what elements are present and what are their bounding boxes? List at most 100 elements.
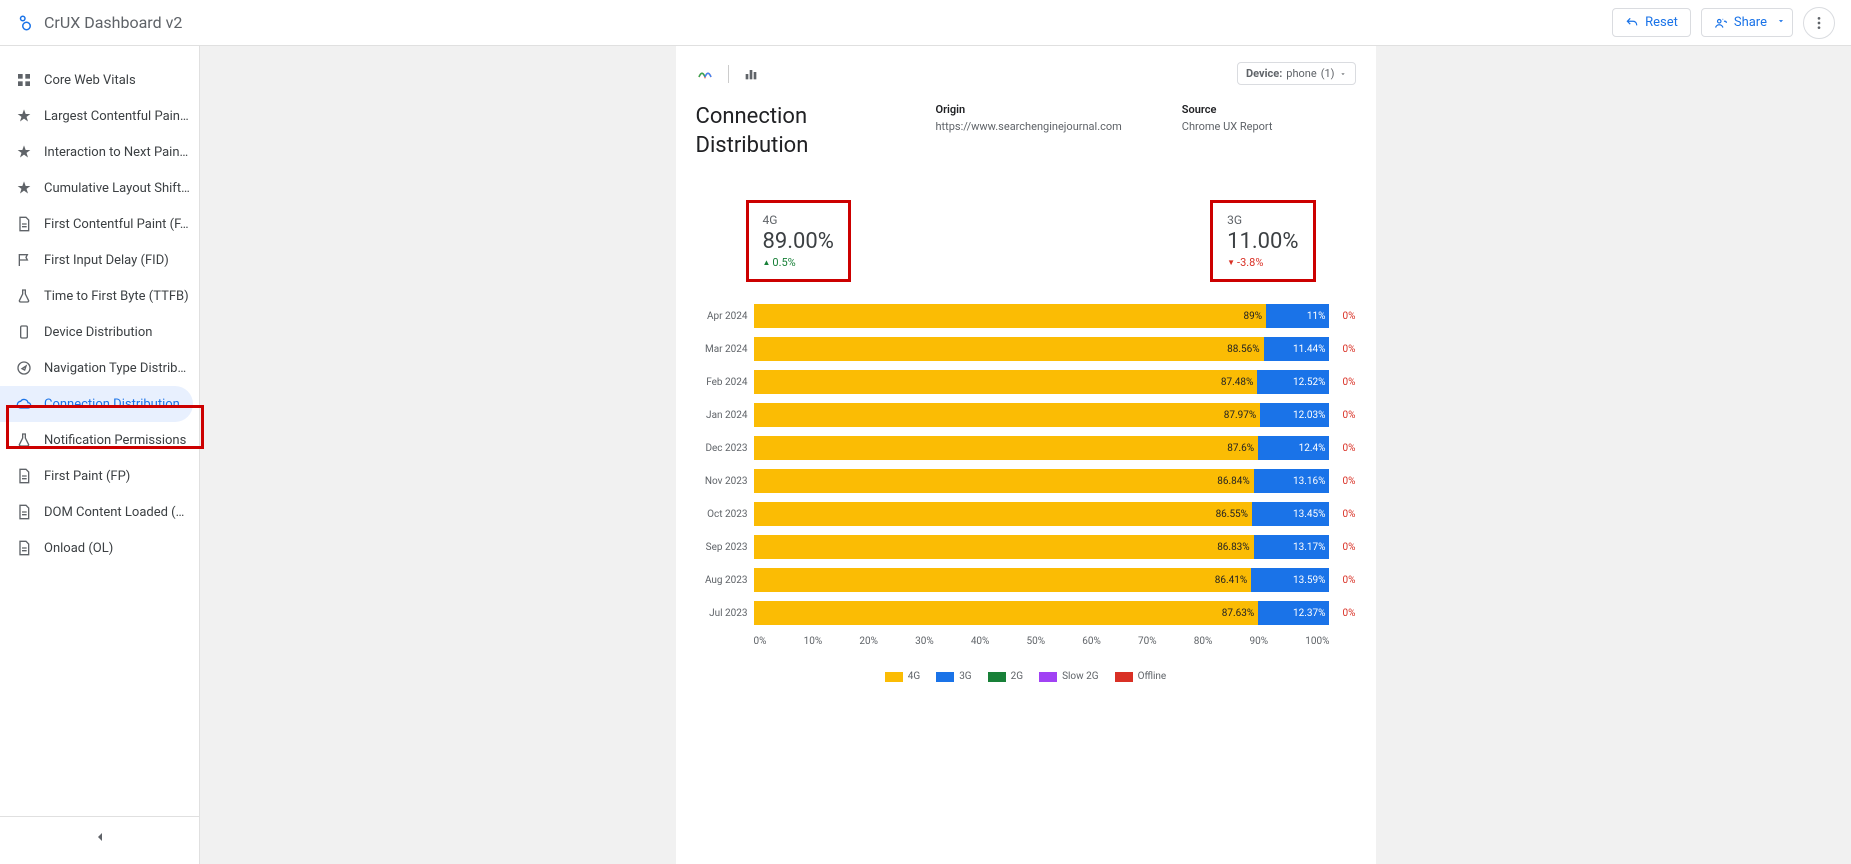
bar-4g: 89% <box>754 304 1267 328</box>
scorecard-label: 3G <box>1227 213 1298 227</box>
row-label: Oct 2023 <box>696 509 754 520</box>
device-filter-count: (1) <box>1321 67 1335 80</box>
chart-row: Sep 202386.83%13.17%0% <box>696 533 1356 561</box>
bar-4g: 86.83% <box>754 535 1254 559</box>
sidebar-item-label: Device Distribution <box>44 325 152 340</box>
row-label: Sep 2023 <box>696 542 754 553</box>
sidebar-item-label: Cumulative Layout Shift… <box>44 181 190 196</box>
sidebar-item-7[interactable]: Device Distribution <box>0 314 193 350</box>
sidebar-item-12[interactable]: DOM Content Loaded (… <box>0 494 193 530</box>
bar-3g: 13.16% <box>1254 469 1330 493</box>
scorecard-delta: ▼ -3.8% <box>1227 256 1298 269</box>
scorecard-delta: ▲ 0.5% <box>763 256 834 269</box>
origin-block: Origin https://www.searchenginejournal.c… <box>936 103 1122 160</box>
sidebar-item-label: Notification Permissions <box>44 433 186 448</box>
zero-label: 0% <box>1330 575 1356 586</box>
axis-tick: 70% <box>1138 636 1157 647</box>
axis-tick: 80% <box>1194 636 1213 647</box>
row-label: Jul 2023 <box>696 608 754 619</box>
zero-label: 0% <box>1330 344 1356 355</box>
bar-track: 86.55%13.45% <box>754 502 1330 526</box>
scorecard-label: 4G <box>763 213 834 227</box>
row-label: Jan 2024 <box>696 410 754 421</box>
sidebar: Core Web Vitals Largest Contentful Pain…I… <box>0 46 200 864</box>
report-header-left <box>696 65 759 83</box>
sidebar-item-label: Onload (OL) <box>44 541 113 556</box>
axis-tick: 90% <box>1249 636 1268 647</box>
zero-label: 0% <box>1330 443 1356 454</box>
sidebar-item-3[interactable]: Cumulative Layout Shift… <box>0 170 193 206</box>
scorecard-value: 11.00% <box>1227 229 1298 254</box>
bar-3g: 12.03% <box>1260 403 1329 427</box>
swatch-2g <box>988 672 1006 682</box>
bar-3g: 13.59% <box>1251 568 1329 592</box>
content: Core Web Vitals Largest Contentful Pain…I… <box>0 46 1851 864</box>
chart-row: Jan 202487.97%12.03%0% <box>696 401 1356 429</box>
legend: 4G 3G 2G Slow 2G Offline <box>696 671 1356 682</box>
scorecard-4G: 4G89.00%▲ 0.5% <box>746 200 851 282</box>
chart-row: Nov 202386.84%13.16%0% <box>696 467 1356 495</box>
reset-button[interactable]: Reset <box>1612 8 1691 37</box>
sidebar-item-9[interactable]: Connection Distribution <box>0 386 193 422</box>
axis-tick: 10% <box>804 636 823 647</box>
sidebar-item-11[interactable]: First Paint (FP) <box>0 458 193 494</box>
report-info: Connection Distribution Origin https://w… <box>696 103 1356 160</box>
sidebar-item-13[interactable]: Onload (OL) <box>0 530 193 566</box>
sidebar-item-label: DOM Content Loaded (… <box>44 505 184 520</box>
device-filter[interactable]: Device: phone (1) <box>1237 62 1355 85</box>
sidebar-item-6[interactable]: Time to First Byte (TTFB) <box>0 278 193 314</box>
axis-tick: 60% <box>1082 636 1101 647</box>
device-filter-value: phone <box>1286 67 1316 80</box>
sidebar-item-label: Core Web Vitals <box>44 73 136 88</box>
legend-offline-label: Offline <box>1138 671 1167 682</box>
bar-track: 89%11% <box>754 304 1330 328</box>
scorecards: 4G89.00%▲ 0.5% 3G 11.00% ▼ -3.8% <box>696 200 1356 302</box>
swatch-offline <box>1115 672 1133 682</box>
share-button[interactable]: Share <box>1701 8 1780 37</box>
legend-offline: Offline <box>1115 671 1167 682</box>
share-label: Share <box>1734 15 1767 30</box>
origin-label: Origin <box>936 103 1122 116</box>
bar-4g: 87.97% <box>754 403 1261 427</box>
sidebar-item-label: First Paint (FP) <box>44 469 130 484</box>
sidebar-item-10[interactable]: Notification Permissions <box>0 422 193 458</box>
undo-icon <box>1625 16 1639 30</box>
share-dropdown-button[interactable] <box>1770 8 1793 37</box>
legend-2g: 2G <box>988 671 1023 682</box>
chart-row: Jul 202387.63%12.37%0% <box>696 599 1356 627</box>
bar-3g: 13.45% <box>1252 502 1329 526</box>
bar-track: 86.41%13.59% <box>754 568 1330 592</box>
axis-tick: 0% <box>754 636 767 647</box>
chart-row: Feb 202487.48%12.52%0% <box>696 368 1356 396</box>
sidebar-item-5[interactable]: First Input Delay (FID) <box>0 242 193 278</box>
chevron-left-icon <box>92 829 108 845</box>
device-filter-label: Device: <box>1246 67 1282 80</box>
legend-4g: 4G <box>885 671 920 682</box>
sidebar-collapse-button[interactable] <box>0 816 199 856</box>
report-canvas: Device: phone (1) Connection Distributio… <box>200 46 1851 864</box>
top-bar: CrUX Dashboard v2 Reset Share <box>0 0 1851 46</box>
divider <box>728 65 729 83</box>
bar-3g: 11.44% <box>1264 337 1330 361</box>
sidebar-item-2[interactable]: Interaction to Next Pain… <box>0 134 193 170</box>
share-icon <box>1714 16 1728 30</box>
bar-chart-icon <box>743 66 759 82</box>
sidebar-item-1[interactable]: Largest Contentful Pain… <box>0 98 193 134</box>
reset-label: Reset <box>1645 15 1678 30</box>
bar-4g: 86.55% <box>754 502 1253 526</box>
more-options-button[interactable] <box>1803 7 1835 39</box>
row-label: Mar 2024 <box>696 344 754 355</box>
axis-tick: 100% <box>1305 636 1329 647</box>
sidebar-item-0[interactable]: Core Web Vitals <box>0 62 193 98</box>
sidebar-item-4[interactable]: First Contentful Paint (F… <box>0 206 193 242</box>
legend-2g-label: 2G <box>1011 671 1023 682</box>
scorecard-3G: 3G 11.00% ▼ -3.8% <box>1210 200 1315 282</box>
bar-track: 87.63%12.37% <box>754 601 1330 625</box>
sidebar-item-8[interactable]: Navigation Type Distrib… <box>0 350 193 386</box>
looker-logo-icon <box>16 14 34 32</box>
zero-label: 0% <box>1330 542 1356 553</box>
axis-tick: 40% <box>971 636 990 647</box>
bar-4g: 87.48% <box>754 370 1258 394</box>
sidebar-item-label: Time to First Byte (TTFB) <box>44 289 189 304</box>
bar-4g: 87.63% <box>754 601 1259 625</box>
